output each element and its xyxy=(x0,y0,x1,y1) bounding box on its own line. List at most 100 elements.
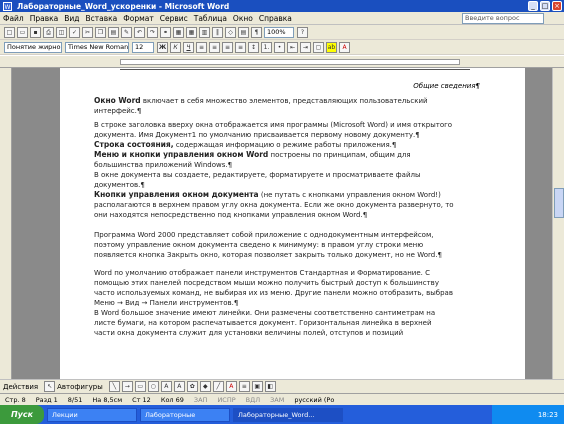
zoom-select[interactable]: 100% xyxy=(264,26,294,38)
excel-icon[interactable]: ▥ xyxy=(199,26,210,38)
font-color-draw-icon[interactable]: A xyxy=(225,381,237,392)
task-labs[interactable]: Лабораторные xyxy=(140,407,230,422)
justify-icon[interactable]: ≡ xyxy=(235,41,246,53)
oval-icon[interactable]: ○ xyxy=(147,381,159,392)
preview-icon[interactable]: ◫ xyxy=(56,26,67,38)
textbox-icon[interactable]: A xyxy=(160,381,172,392)
align-right-icon[interactable]: ≡ xyxy=(222,41,233,53)
status-ext[interactable]: ВДЛ xyxy=(241,396,265,404)
insert-table-icon[interactable]: ▦ xyxy=(186,26,197,38)
hyperlink-icon[interactable]: ⚭ xyxy=(160,26,171,38)
borders-icon[interactable]: ▢ xyxy=(313,41,324,53)
menu-view[interactable]: Вид xyxy=(61,14,82,23)
menu-format[interactable]: Формат xyxy=(120,14,156,23)
bold-icon[interactable]: Ж xyxy=(157,41,168,53)
redo-icon[interactable]: ↷ xyxy=(147,26,158,38)
select-objects-icon[interactable]: ↖ xyxy=(44,381,56,392)
highlight-icon[interactable]: ab xyxy=(326,41,337,53)
line-style-icon[interactable]: ≡ xyxy=(238,381,250,392)
format-painter-icon[interactable]: ✎ xyxy=(121,26,132,38)
status-rec[interactable]: ЗАП xyxy=(189,396,213,404)
paste-icon[interactable]: ▤ xyxy=(108,26,119,38)
status-column: Кол 69 xyxy=(160,395,184,404)
align-left-icon[interactable]: ≡ xyxy=(196,41,207,53)
menu-help[interactable]: Справка xyxy=(256,14,295,23)
decrease-indent-icon[interactable]: ⇤ xyxy=(287,41,298,53)
help-search-input[interactable]: Введите вопрос xyxy=(462,13,544,24)
print-icon[interactable]: ⎙ xyxy=(43,26,54,38)
paragraph: Строка состояния, содержащая информацию … xyxy=(94,140,397,149)
window-title: Лабораторные_Word_ускоренки - Microsoft … xyxy=(17,1,230,11)
new-doc-icon[interactable]: □ xyxy=(4,26,15,38)
save-icon[interactable]: ▪ xyxy=(30,26,41,38)
paragraph: Программа Word 2000 представляет собой п… xyxy=(94,231,442,259)
font-size-select[interactable]: 12 xyxy=(132,41,154,53)
line-color-icon[interactable]: ╱ xyxy=(212,381,224,392)
vertical-scrollbar[interactable] xyxy=(552,68,564,379)
document-text[interactable]: Окно Word включает в себя множество элем… xyxy=(94,86,454,338)
vertical-ruler[interactable] xyxy=(0,68,12,379)
open-icon[interactable]: ▭ xyxy=(17,26,28,38)
menu-insert[interactable]: Вставка xyxy=(83,14,121,23)
autoshapes-menu[interactable]: Автофигуры xyxy=(57,383,103,391)
status-bar: Стр. 8 Разд 1 8/51 На 8,5см Ст 12 Кол 69… xyxy=(0,393,564,405)
doc-map-icon[interactable]: ▤ xyxy=(238,26,249,38)
line-spacing-icon[interactable]: ↕ xyxy=(248,41,259,53)
status-position: На 8,5см xyxy=(92,395,123,404)
menu-edit[interactable]: Правка xyxy=(27,14,62,23)
drawing-icon[interactable]: ◇ xyxy=(225,26,236,38)
close-button[interactable]: × xyxy=(552,1,562,11)
columns-icon[interactable]: ‖ xyxy=(212,26,223,38)
align-center-icon[interactable]: ≡ xyxy=(209,41,220,53)
menu-file[interactable]: Файл xyxy=(0,14,27,23)
status-section: Разд 1 xyxy=(35,395,58,404)
font-color-icon[interactable]: A xyxy=(339,41,350,53)
status-ovr[interactable]: ЗАМ xyxy=(265,396,289,404)
paragraph: В строке заголовка вверху окна отображае… xyxy=(94,121,453,139)
rectangle-icon[interactable]: ▭ xyxy=(134,381,146,392)
document-area[interactable]: Общие сведения¶ Окно Word включает в себ… xyxy=(0,68,552,379)
taskbar: Пуск Лекции Лабораторные Лабораторные_Wo… xyxy=(0,405,564,424)
menu-tools[interactable]: Сервис xyxy=(157,14,191,23)
numbering-icon[interactable]: 1. xyxy=(261,41,272,53)
arrow-icon[interactable]: → xyxy=(121,381,133,392)
minimize-button[interactable]: _ xyxy=(528,1,538,11)
task-lectures[interactable]: Лекции xyxy=(47,407,137,422)
status-language: русский (Ро xyxy=(294,395,335,404)
3d-icon[interactable]: ◧ xyxy=(264,381,276,392)
bullets-icon[interactable]: • xyxy=(274,41,285,53)
cut-icon[interactable]: ✂ xyxy=(82,26,93,38)
font-select[interactable]: Times New Roman xyxy=(65,41,129,53)
scroll-thumb[interactable] xyxy=(554,188,564,218)
task-word-doc[interactable]: Лабораторные_Word... xyxy=(233,407,343,422)
standard-toolbar: □ ▭ ▪ ⎙ ◫ ✓ ✂ ❐ ▤ ✎ ↶ ↷ ⚭ ▦ ▦ ▥ ‖ ◇ ▤ ¶ … xyxy=(0,25,564,40)
paragraph: В окне документа вы создаете, редактируе… xyxy=(94,171,421,189)
title-bar: W Лабораторные_Word_ускоренки - Microsof… xyxy=(0,0,564,12)
line-icon[interactable]: ╲ xyxy=(108,381,120,392)
start-button[interactable]: Пуск xyxy=(0,405,44,424)
wordart-icon[interactable]: A xyxy=(173,381,185,392)
horizontal-ruler[interactable] xyxy=(0,56,564,68)
menu-table[interactable]: Таблица xyxy=(191,14,230,23)
tables-icon[interactable]: ▦ xyxy=(173,26,184,38)
copy-icon[interactable]: ❐ xyxy=(95,26,106,38)
menu-bar: Файл Правка Вид Вставка Формат Сервис Та… xyxy=(0,12,564,25)
paragraph: Word по умолчанию отображает панели инст… xyxy=(94,269,453,307)
word-app-icon: W xyxy=(3,1,12,11)
spelling-icon[interactable]: ✓ xyxy=(69,26,80,38)
show-hide-icon[interactable]: ¶ xyxy=(251,26,262,38)
increase-indent-icon[interactable]: ⇥ xyxy=(300,41,311,53)
maximize-button[interactable]: □ xyxy=(540,1,550,11)
undo-icon[interactable]: ↶ xyxy=(134,26,145,38)
underline-icon[interactable]: Ч xyxy=(183,41,194,53)
fill-color-icon[interactable]: ◆ xyxy=(199,381,211,392)
style-select[interactable]: Понятие жирнок xyxy=(4,41,62,53)
shadow-icon[interactable]: ▣ xyxy=(251,381,263,392)
help-icon[interactable]: ? xyxy=(297,26,308,38)
italic-icon[interactable]: К xyxy=(170,41,181,53)
actions-menu[interactable]: Действия xyxy=(3,383,38,391)
status-page: Стр. 8 xyxy=(5,395,26,404)
status-trk[interactable]: ИСПР xyxy=(212,396,240,404)
clipart-icon[interactable]: ✿ xyxy=(186,381,198,392)
menu-window[interactable]: Окно xyxy=(230,14,256,23)
